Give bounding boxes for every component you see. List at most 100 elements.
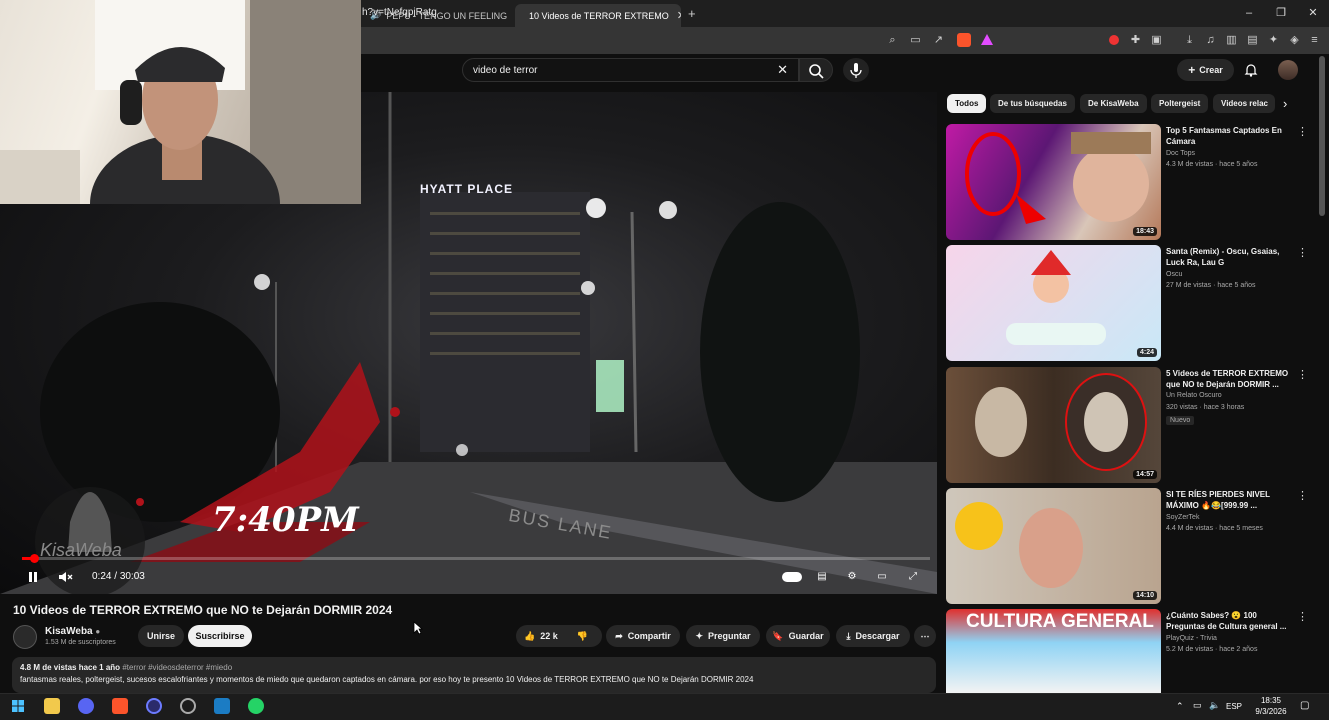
related-channel[interactable]: SoyZerTek	[1166, 514, 1199, 521]
related-title[interactable]: 5 Videos de TERROR EXTREMO que NO te Dej…	[1166, 368, 1291, 390]
related-title[interactable]: Santa (Remix) - Oscu, Gsaias, Luck Ra, L…	[1166, 246, 1291, 268]
create-button[interactable]: + Crear	[1177, 59, 1234, 81]
share-label: Compartir	[627, 631, 671, 641]
more-vertical-icon[interactable]: ⋮	[1297, 489, 1308, 502]
clock-time: 18:35	[1260, 696, 1282, 705]
brave-rewards-icon[interactable]	[981, 34, 993, 45]
browser-tab-active[interactable]: 10 Videos de TERROR EXTREMO ✕	[515, 4, 681, 27]
scrubber-handle[interactable]	[29, 554, 39, 563]
language-indicator[interactable]: ESP	[1226, 702, 1242, 711]
share-arrow-icon: ➦	[615, 630, 623, 641]
related-title[interactable]: ¿Cuánto Sabes? 😮 100 Preguntas de Cultur…	[1166, 610, 1291, 632]
search-button[interactable]	[799, 58, 833, 82]
tab-icon[interactable]: ▣	[1150, 34, 1163, 47]
more-vertical-icon[interactable]: ⋮	[1297, 125, 1308, 138]
share-button[interactable]: ➦ Compartir	[606, 625, 680, 647]
mute-button[interactable]	[57, 570, 73, 584]
like-button[interactable]: 👍 22 k	[524, 631, 558, 642]
tab-close-icon[interactable]: ✕	[669, 9, 681, 22]
download-button[interactable]: ⤓ Descargar	[836, 625, 910, 647]
wallet-icon[interactable]: ▤	[1246, 34, 1259, 47]
app-circle-icon[interactable]	[146, 698, 162, 714]
settings-gear-icon[interactable]: ⚙	[844, 570, 860, 584]
join-button[interactable]: Unirse	[138, 625, 184, 647]
related-thumbnail[interactable]: 4:24	[946, 245, 1161, 361]
record-icon[interactable]	[1109, 35, 1119, 45]
chips-next-chevron-icon[interactable]: ›	[1283, 96, 1287, 111]
voice-search-button[interactable]	[843, 58, 869, 82]
brave-shield-icon[interactable]	[957, 33, 971, 47]
subscriber-count: 1.53 M de suscriptores	[45, 639, 116, 646]
obs-icon[interactable]	[180, 698, 196, 714]
leo-icon[interactable]: ✦	[1267, 34, 1280, 47]
steam-icon[interactable]	[214, 698, 230, 714]
chip-search-history[interactable]: De tus búsquedas	[990, 94, 1075, 113]
tray-chevron-icon[interactable]: ⌃	[1176, 701, 1184, 712]
related-thumbnail[interactable]: 14:57	[946, 367, 1161, 483]
menu-icon[interactable]: ≡	[1308, 34, 1321, 47]
related-title[interactable]: SI TE RÍES PIERDES NIVEL MÁXIMO 🔥😂[999.9…	[1166, 489, 1291, 511]
avatar[interactable]	[1278, 60, 1298, 80]
ask-button[interactable]: ✦ Preguntar	[686, 625, 760, 647]
more-vertical-icon[interactable]: ⋮	[1297, 368, 1308, 381]
maximize-button[interactable]: ❐	[1264, 4, 1298, 22]
network-icon[interactable]: ▭	[1193, 700, 1202, 711]
window-close-button[interactable]: ✕	[1296, 4, 1329, 22]
cast-icon[interactable]: ▭	[909, 34, 922, 47]
more-vertical-icon[interactable]: ⋮	[1297, 610, 1308, 623]
music-icon[interactable]: ♫	[1204, 34, 1217, 47]
clear-search-icon[interactable]: ✕	[777, 62, 788, 78]
description-box[interactable]: 4.8 M de vistas hace 1 año #terror #vide…	[12, 657, 936, 693]
hotel-sign: HYATT PLACE	[420, 182, 514, 196]
windows-start-icon[interactable]	[10, 698, 26, 714]
chip-channel[interactable]: De KisaWeba	[1080, 94, 1147, 113]
thumbnail-art	[1006, 250, 1106, 345]
search-input[interactable]: video de terror ✕	[462, 58, 799, 82]
notifications-bell-icon[interactable]	[1243, 62, 1259, 83]
save-button[interactable]: 🔖 Guardar	[766, 625, 830, 647]
more-vertical-icon[interactable]: ⋮	[1297, 246, 1308, 259]
brave-browser-icon[interactable]	[112, 698, 128, 714]
page-scrollbar[interactable]	[1319, 56, 1325, 216]
minimize-button[interactable]: –	[1232, 4, 1266, 22]
discord-icon[interactable]	[78, 698, 94, 714]
hashtags[interactable]: #terror #videosdeterror #miedo	[122, 663, 232, 672]
zoom-icon[interactable]: ⌕	[886, 34, 899, 47]
extensions-icon[interactable]: ✚	[1129, 34, 1142, 47]
whatsapp-icon[interactable]	[248, 698, 264, 714]
bookmark-icon: 🔖	[772, 630, 784, 641]
related-thumbnail[interactable]: CULTURA GENERAL	[946, 609, 1161, 693]
notification-center-icon[interactable]: ▢	[1300, 700, 1309, 711]
related-channel[interactable]: Doc Tops	[1166, 150, 1195, 157]
related-channel[interactable]: Oscu	[1166, 271, 1182, 278]
subscribe-button[interactable]: Suscribirse	[188, 625, 252, 647]
related-thumbnail[interactable]: 18:43	[946, 124, 1161, 240]
autoplay-toggle[interactable]	[782, 572, 802, 582]
volume-icon[interactable]: 🔈	[1209, 700, 1220, 711]
fullscreen-icon[interactable]: ⤢	[905, 570, 921, 584]
sidebar-icon[interactable]: ▥	[1225, 34, 1238, 47]
vpn-icon[interactable]: ◈	[1288, 34, 1301, 47]
file-explorer-icon[interactable]	[44, 698, 60, 714]
related-channel[interactable]: PlayQuiz - Trivia	[1166, 635, 1217, 642]
download-icon[interactable]: ⤓	[1183, 34, 1196, 47]
dislike-button[interactable]: 👎	[577, 631, 588, 642]
thumbs-up-icon: 👍	[524, 630, 536, 641]
pause-button[interactable]	[26, 570, 40, 584]
more-actions-button[interactable]: ⋯	[914, 625, 936, 647]
channel-avatar[interactable]	[13, 625, 37, 649]
url-text[interactable]: h?v=tNefqpjRatg	[362, 7, 437, 18]
channel-name[interactable]: KisaWeba ●	[45, 626, 100, 637]
subtitles-icon[interactable]: ▤	[814, 570, 830, 584]
related-thumbnail[interactable]: 14:10	[946, 488, 1161, 604]
chip-related[interactable]: Videos relac	[1213, 94, 1275, 113]
new-tab-button[interactable]: +	[688, 6, 696, 21]
share-icon[interactable]: ↗	[932, 34, 945, 47]
chip-poltergeist[interactable]: Poltergeist	[1151, 94, 1209, 113]
related-channel[interactable]: Un Relato Oscuro	[1166, 392, 1222, 399]
progress-bar[interactable]	[22, 557, 930, 560]
chip-todos[interactable]: Todos	[947, 94, 987, 113]
taskbar-clock[interactable]: 18:35 9/3/2026	[1250, 695, 1292, 717]
related-title[interactable]: Top 5 Fantasmas Captados En Cámara	[1166, 125, 1291, 147]
miniplayer-icon[interactable]: ▭	[874, 570, 890, 584]
